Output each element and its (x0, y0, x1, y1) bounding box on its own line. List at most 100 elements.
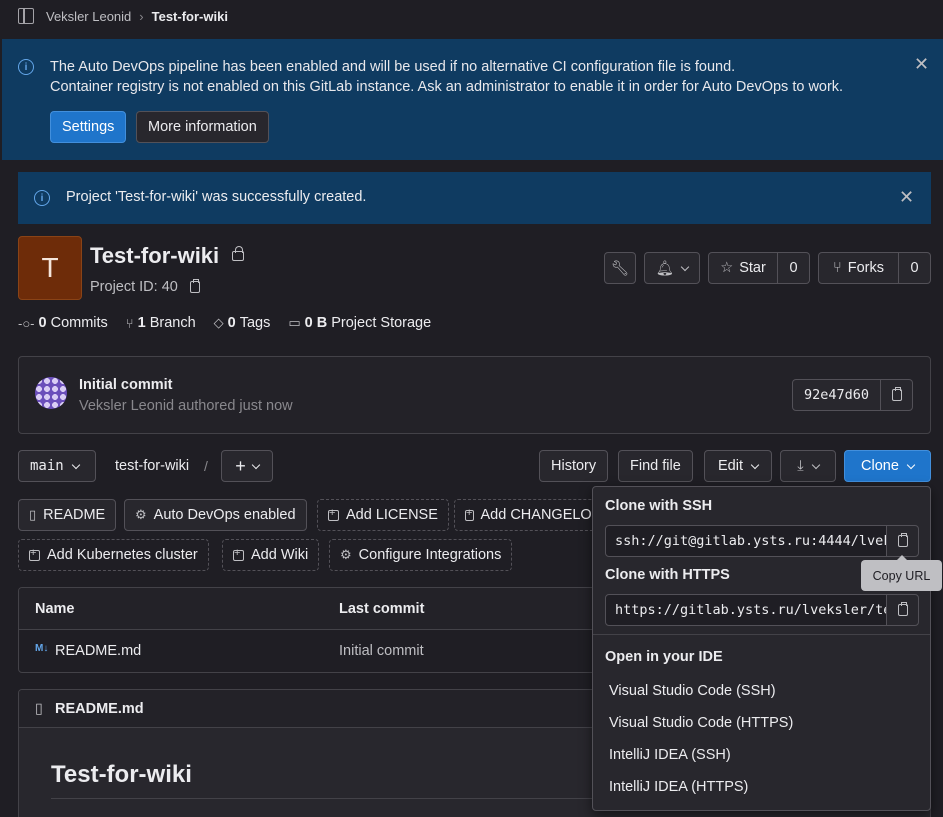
commits-stat[interactable]: -○- 0 Commits (18, 315, 108, 331)
storage-icon: ▭ (288, 315, 301, 330)
banner-message: The Auto DevOps pipeline has been enable… (50, 57, 843, 97)
breadcrumb-current[interactable]: Test-for-wiki (152, 9, 228, 24)
banner-line-2: Container registry is not enabled on thi… (50, 79, 844, 95)
more-information-button[interactable]: More information (136, 111, 269, 143)
ide-item-vscode-ssh[interactable]: Visual Studio Code (SSH) (609, 683, 776, 699)
commit-meta: Veksler Leonid authored just now (79, 398, 293, 414)
plus-icon: + (235, 455, 246, 476)
auto-devops-chip[interactable]: ⚙ Auto DevOps enabled (124, 499, 307, 531)
copy-ssh-button[interactable] (886, 525, 919, 557)
breadcrumb-parent[interactable]: Veksler Leonid (46, 9, 131, 24)
notifications-button[interactable]: 🔔︎ (644, 252, 700, 284)
copy-https-button[interactable] (886, 594, 919, 626)
banner-line-1: The Auto DevOps pipeline has been enable… (50, 59, 736, 75)
branch-icon: ⑂ (125, 315, 134, 331)
add-changelog-chip[interactable]: Add CHANGELOG (454, 499, 614, 531)
ssh-url-field[interactable]: ssh://git@gitlab.ysts.ru:4444/lveksler/t… (605, 525, 887, 557)
tag-icon: ◇ (213, 315, 224, 330)
plus-square-icon (29, 547, 40, 561)
download-button[interactable]: ⤓ (780, 450, 836, 482)
ide-item-vscode-https[interactable]: Visual Studio Code (HTTPS) (609, 715, 793, 731)
forks-button[interactable]: ⑂ Forks (818, 252, 899, 284)
clone-button[interactable]: Clone (844, 450, 931, 482)
info-icon: i (34, 190, 50, 206)
project-avatar: T (18, 236, 82, 300)
chevron-down-icon (906, 460, 916, 469)
markdown-icon: M↓ (35, 643, 49, 654)
copy-icon (891, 387, 902, 401)
avatar[interactable] (35, 377, 67, 409)
ide-item-intellij-https[interactable]: IntelliJ IDEA (HTTPS) (609, 779, 748, 795)
path-separator: / (204, 458, 208, 474)
divider (593, 634, 930, 635)
lock-icon (232, 246, 244, 261)
chevron-right-icon: › (139, 8, 144, 24)
branch-selector[interactable]: main (18, 450, 96, 482)
chevron-down-icon (750, 460, 760, 469)
info-icon: i (18, 59, 34, 75)
commit-sha-group: 92e47d60 (792, 379, 914, 411)
copy-icon (897, 533, 908, 547)
edit-label: Edit (718, 458, 743, 474)
settings-button[interactable]: Settings (50, 111, 127, 143)
add-wiki-chip[interactable]: Add Wiki (222, 539, 320, 571)
star-label: Star (739, 260, 766, 276)
storage-stat[interactable]: ▭ 0 B Project Storage (288, 315, 431, 331)
last-commit-box: Initial commit Veksler Leonid authored j… (18, 356, 931, 434)
add-license-chip[interactable]: Add LICENSE (317, 499, 449, 531)
add-file-button[interactable]: + (221, 450, 273, 482)
chevron-down-icon (251, 460, 260, 469)
chevron-down-icon (71, 460, 80, 469)
history-button[interactable]: History (539, 450, 609, 482)
project-id-text: Project ID: 40 (90, 279, 178, 295)
commit-title[interactable]: Initial commit (79, 377, 172, 393)
branch-name: main (30, 458, 64, 474)
clone-ssh-label: Clone with SSH (605, 498, 713, 514)
copy-icon[interactable] (189, 279, 200, 293)
chevron-down-icon (811, 460, 820, 469)
close-icon[interactable]: ✕ (899, 188, 914, 206)
plus-square-icon (465, 507, 474, 521)
forks-count[interactable]: 0 (899, 252, 931, 284)
auto-devops-banner: i The Auto DevOps pipeline has been enab… (2, 39, 943, 160)
forks-button-group: ⑂ Forks 0 (818, 252, 931, 284)
column-name: Name (35, 601, 75, 617)
configure-integrations-chip[interactable]: ⚙ Configure Integrations (329, 539, 513, 571)
project-stats: -○- 0 Commits ⑂ 1 Branch ◇ 0 Tags ▭ 0 B Proj… (18, 315, 449, 331)
column-last-commit: Last commit (339, 601, 425, 617)
project-id: Project ID: 40 (90, 279, 200, 295)
edit-button[interactable]: Edit (704, 450, 772, 482)
readme-chip[interactable]: ▯ README (18, 499, 117, 531)
star-count[interactable]: 0 (778, 252, 810, 284)
star-button[interactable]: ☆ Star (708, 252, 778, 284)
project-created-banner: i Project 'Test-for-wiki' was successful… (18, 172, 931, 224)
bell-icon[interactable]: 🔔︎ (644, 252, 700, 284)
project-title: Test-for-wiki (90, 243, 220, 268)
close-icon[interactable]: ✕ (914, 55, 929, 73)
readme-heading: Test-for-wiki (51, 761, 192, 788)
find-file-button[interactable]: Find file (618, 450, 693, 482)
file-name[interactable]: README.md (55, 643, 141, 659)
settings-wrench-button[interactable]: 🔧︎ (604, 252, 636, 284)
file-last-commit[interactable]: Initial commit (339, 643, 424, 659)
https-url-field[interactable]: https://gitlab.ysts.ru/lveksler/test-for… (605, 594, 887, 626)
repo-path[interactable]: test-for-wiki (115, 458, 189, 474)
created-message: Project 'Test-for-wiki' was successfully… (66, 189, 367, 205)
commit-sha[interactable]: 92e47d60 (792, 379, 882, 411)
commit-icon: -○- (18, 315, 35, 331)
gear-icon: ⚙ (340, 547, 352, 562)
file-icon: ▯ (29, 507, 37, 522)
copy-sha-button[interactable] (881, 379, 914, 411)
clone-dropdown: Clone with SSH ssh://git@gitlab.ysts.ru:… (592, 486, 931, 811)
breadcrumb: Veksler Leonid › Test-for-wiki (0, 0, 943, 32)
file-icon: ▯ (35, 701, 43, 717)
ide-item-intellij-ssh[interactable]: IntelliJ IDEA (SSH) (609, 747, 731, 763)
add-kubernetes-chip[interactable]: Add Kubernetes cluster (18, 539, 209, 571)
plus-square-icon (233, 547, 244, 561)
tags-stat[interactable]: ◇ 0 Tags (214, 315, 271, 331)
wrench-icon[interactable]: 🔧︎ (604, 252, 636, 284)
branch-stat[interactable]: ⑂ 1 Branch (126, 315, 196, 331)
readme-filename[interactable]: README.md (55, 701, 144, 717)
sidebar-toggle-icon[interactable] (18, 8, 34, 24)
plus-square-icon (328, 507, 339, 521)
